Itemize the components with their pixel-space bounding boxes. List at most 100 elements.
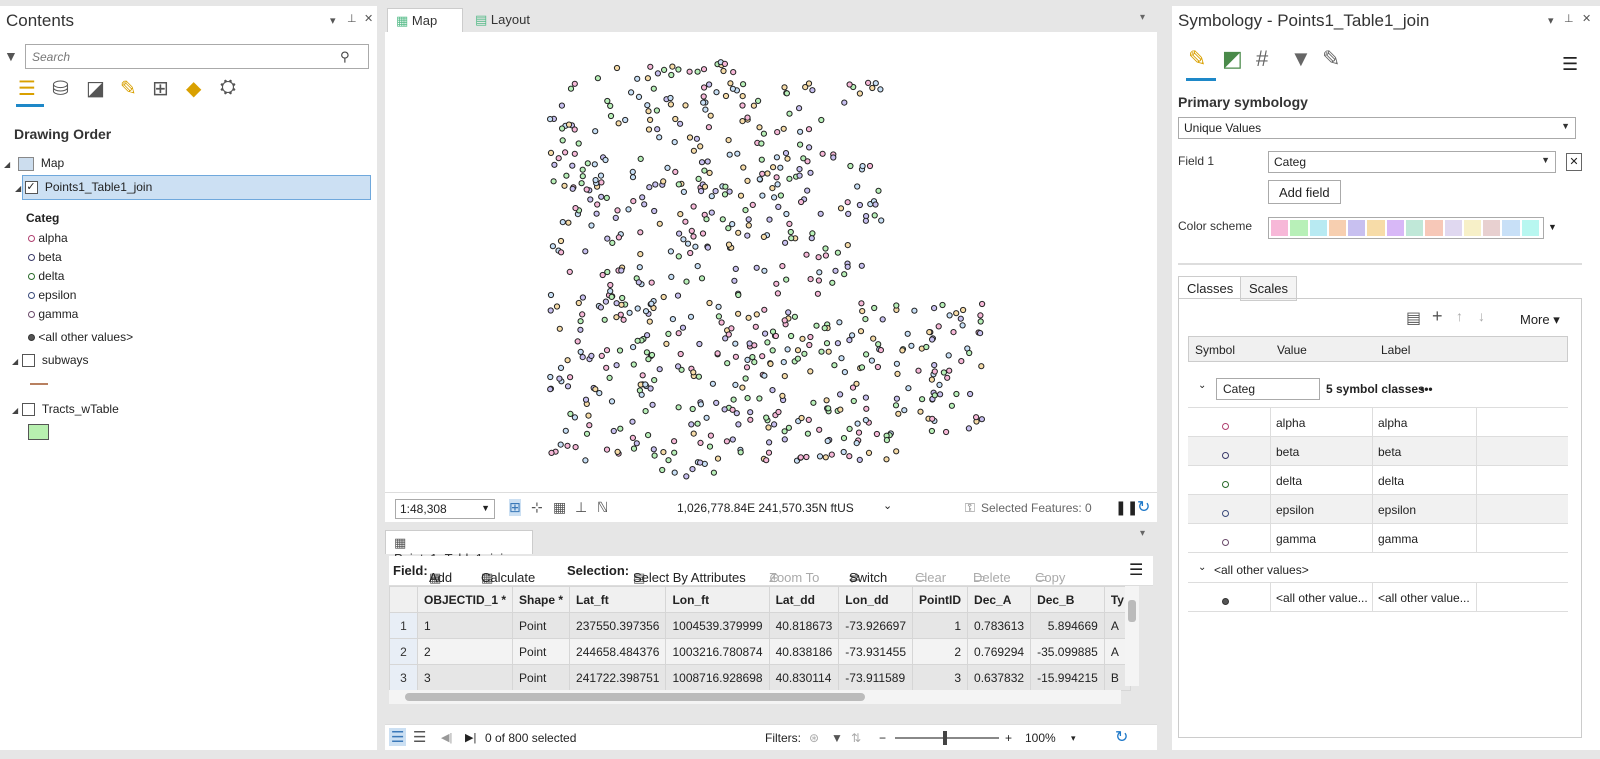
map-point[interactable] [707, 432, 714, 439]
class-label[interactable]: delta [1378, 474, 1404, 488]
map-point[interactable] [858, 300, 865, 307]
map-point[interactable] [721, 60, 728, 67]
map-point[interactable] [613, 314, 620, 321]
map-point[interactable] [659, 466, 666, 474]
map-point[interactable] [648, 279, 655, 286]
map-point[interactable] [588, 222, 595, 229]
zoom-level[interactable]: 100% [1025, 731, 1056, 745]
map-point[interactable] [740, 81, 747, 88]
map-point[interactable] [849, 384, 857, 391]
symbol-class-row[interactable]: delta delta [1188, 466, 1568, 495]
map-point[interactable] [638, 391, 645, 398]
map-point[interactable] [712, 188, 719, 195]
map-point[interactable] [957, 315, 964, 322]
move-up-icon[interactable]: ↑ [1456, 308, 1463, 324]
map-point[interactable] [722, 183, 729, 190]
map-point[interactable] [794, 347, 802, 354]
map-point[interactable] [895, 410, 902, 417]
table-cell[interactable]: 40.838186 [768, 638, 840, 665]
map-point[interactable] [866, 162, 874, 170]
map-point[interactable] [774, 129, 781, 136]
zoom-in-icon[interactable]: + [1005, 731, 1012, 745]
map-point[interactable] [630, 445, 638, 452]
expand-arrow-icon[interactable]: ◢ [12, 357, 18, 366]
map-point[interactable] [687, 249, 694, 257]
map-point[interactable] [682, 102, 689, 109]
map-point[interactable] [572, 205, 579, 212]
map-point[interactable] [840, 448, 847, 456]
map-point[interactable] [547, 386, 554, 393]
map-point[interactable] [695, 175, 702, 182]
map-point[interactable] [559, 125, 566, 132]
map-point[interactable] [953, 390, 960, 398]
map-point[interactable] [862, 316, 869, 323]
map-point[interactable] [759, 170, 766, 177]
map-point[interactable] [837, 205, 845, 212]
first-record-icon[interactable]: ◀| [441, 731, 452, 744]
map-point[interactable] [946, 312, 953, 319]
map-point[interactable] [695, 373, 702, 380]
map-point[interactable] [849, 332, 856, 339]
map-point[interactable] [765, 424, 772, 431]
map-point[interactable] [784, 346, 791, 353]
map-point[interactable] [747, 409, 754, 416]
map-point[interactable] [960, 306, 967, 314]
map-point[interactable] [710, 469, 717, 476]
map-point[interactable] [846, 453, 853, 460]
map-point[interactable] [601, 316, 608, 323]
map-point[interactable] [735, 421, 742, 428]
map-point[interactable] [547, 291, 555, 299]
map-point[interactable] [939, 301, 946, 309]
map-point[interactable] [829, 279, 836, 286]
constraints-icon[interactable]: ⊥ [575, 499, 587, 516]
map-point[interactable] [753, 311, 760, 318]
chevron-down-icon[interactable]: ⌄ [883, 499, 892, 512]
map-point[interactable] [737, 192, 745, 199]
map-point[interactable] [917, 408, 924, 415]
map-point[interactable] [565, 121, 573, 128]
map-point[interactable] [630, 198, 637, 205]
legend-item-beta[interactable]: beta [28, 250, 62, 264]
map-point[interactable] [967, 390, 974, 398]
map-point[interactable] [599, 271, 606, 279]
map-point[interactable] [556, 325, 563, 332]
map-point[interactable] [735, 291, 742, 299]
map-point[interactable] [604, 97, 611, 105]
map-point[interactable] [838, 355, 845, 362]
advanced-filter-icon[interactable]: ▼ [1290, 46, 1312, 72]
map-point[interactable] [893, 360, 900, 367]
map-point[interactable] [937, 391, 944, 398]
class-label[interactable]: <all other value... [1378, 591, 1470, 605]
tree-layer-subways[interactable]: ◢ subways [12, 353, 89, 368]
map-point[interactable] [760, 130, 767, 137]
map-point[interactable] [744, 232, 751, 239]
map-point[interactable] [943, 428, 950, 436]
map-point[interactable] [735, 229, 742, 236]
map-point[interactable] [680, 236, 687, 243]
map-point[interactable] [723, 438, 730, 445]
map-point[interactable] [564, 442, 571, 449]
map-point[interactable] [559, 137, 566, 144]
map-point[interactable] [698, 275, 706, 282]
map-point[interactable] [594, 201, 601, 208]
symbol-class-row[interactable]: alpha alpha [1188, 408, 1568, 437]
map-point[interactable] [979, 300, 986, 308]
map-point[interactable] [810, 399, 817, 406]
map-point[interactable] [756, 176, 763, 183]
map-point[interactable] [758, 140, 765, 147]
map-point[interactable] [806, 341, 813, 349]
map-point[interactable] [700, 66, 708, 73]
map-point[interactable] [841, 369, 848, 376]
map-point[interactable] [868, 357, 875, 364]
map-point[interactable] [614, 207, 621, 214]
map-point[interactable] [804, 430, 811, 437]
map-point[interactable] [661, 66, 668, 74]
map-point[interactable] [915, 367, 922, 374]
move-down-icon[interactable]: ↓ [1478, 308, 1485, 324]
map-point[interactable] [825, 348, 832, 355]
map-point[interactable] [687, 313, 695, 320]
layer-visibility-checkbox[interactable] [21, 403, 35, 417]
map-point[interactable] [935, 323, 942, 330]
map-point[interactable] [650, 85, 657, 92]
map-point[interactable] [850, 397, 857, 405]
